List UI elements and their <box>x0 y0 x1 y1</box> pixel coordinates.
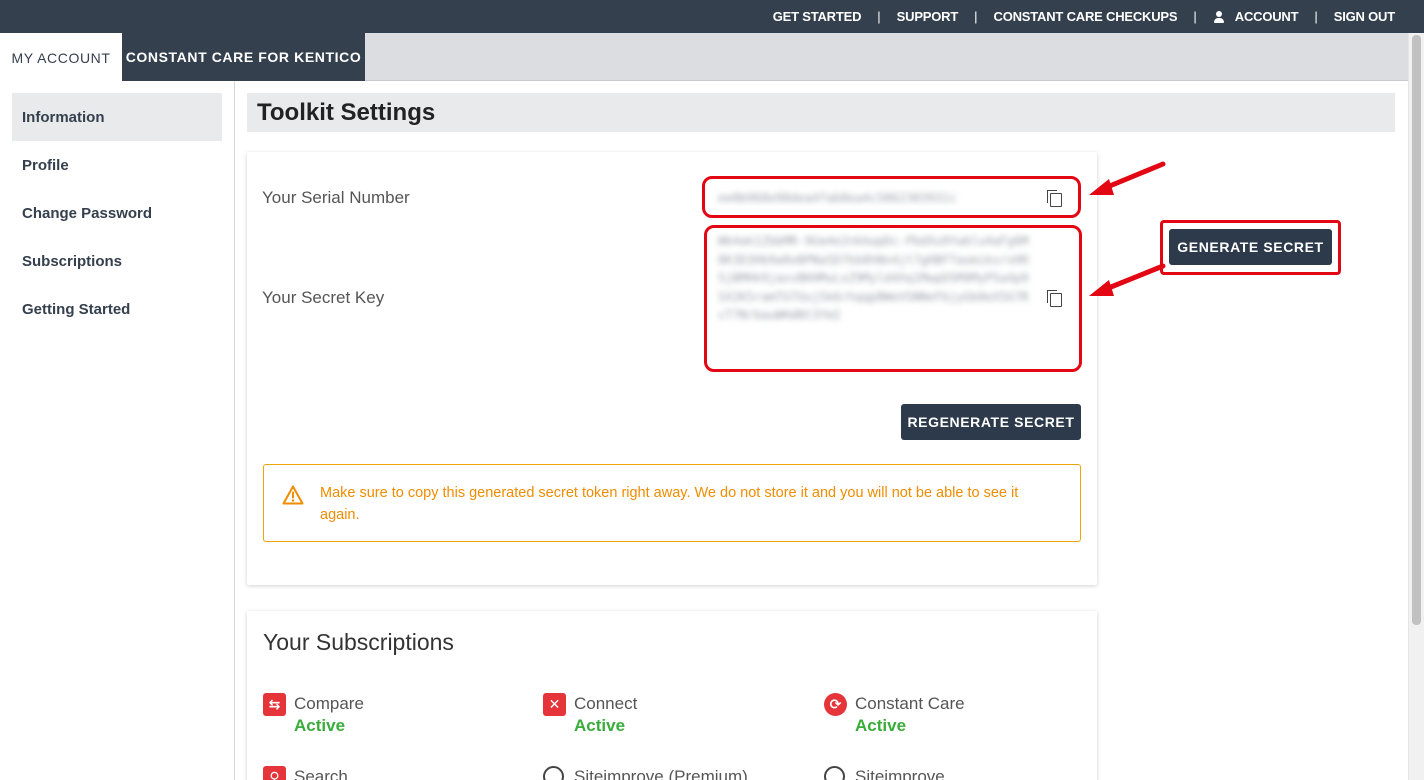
subscription-constant-care: ⟳ Constant Care Active <box>824 691 1064 741</box>
siteimprove-icon <box>824 766 845 780</box>
sidebar-item-profile[interactable]: Profile <box>12 141 222 189</box>
constant-care-checkups-link[interactable]: CONSTANT CARE CHECKUPS <box>994 9 1178 24</box>
serial-number-label: Your Serial Number <box>262 188 410 207</box>
secret-key-label: Your Secret Key <box>262 288 385 307</box>
tab-bar: MY ACCOUNT CONSTANT CARE FOR KENTICO <box>0 33 1408 82</box>
subscription-connect: ✕ Connect Active <box>543 691 783 741</box>
sidebar-item-change-password[interactable]: Change Password <box>12 189 222 237</box>
siteimprove-icon <box>543 766 564 780</box>
subscription-siteimprove-premium: Siteimprove (Premium) <box>543 764 783 780</box>
regenerate-secret-button[interactable]: REGENERATE SECRET <box>901 404 1081 440</box>
subscription-name: Search <box>294 767 348 780</box>
sidebar-item-information[interactable]: Information <box>12 93 222 141</box>
warning-text: Make sure to copy this generated secret … <box>320 485 1019 523</box>
subscription-status: Active <box>294 716 346 735</box>
secret-key-highlight <box>704 225 1082 372</box>
search-icon: ⚲ <box>263 766 286 780</box>
nav-separator: | <box>974 9 978 24</box>
subscription-name: Siteimprove (Premium) <box>574 767 748 780</box>
subscription-siteimprove: Siteimprove <box>824 764 1064 780</box>
subscription-compare: ⇆ Compare Active <box>263 691 503 741</box>
account-link[interactable]: ACCOUNT <box>1213 9 1299 24</box>
get-started-link[interactable]: GET STARTED <box>773 9 862 24</box>
support-link[interactable]: SUPPORT <box>897 9 959 24</box>
tab-my-account[interactable]: MY ACCOUNT <box>0 33 122 82</box>
serial-number-highlight <box>702 176 1081 218</box>
nav-separator: | <box>1314 9 1318 24</box>
constant-care-icon: ⟳ <box>824 693 847 716</box>
top-navigation-bar: GET STARTED | SUPPORT | CONSTANT CARE CH… <box>0 0 1424 33</box>
subscription-name: Siteimprove <box>855 767 945 780</box>
arrow-to-serial <box>1089 161 1166 195</box>
nav-separator: | <box>877 9 881 24</box>
page-scrollbar[interactable] <box>1408 33 1424 780</box>
subscriptions-card: Your Subscriptions ⇆ Compare Active ✕ Co… <box>247 611 1097 780</box>
account-link-label: ACCOUNT <box>1234 9 1299 24</box>
subscription-name: Constant Care <box>855 694 965 713</box>
connect-icon: ✕ <box>543 693 566 716</box>
subscription-status: Active <box>574 716 626 735</box>
sidebar-item-subscriptions[interactable]: Subscriptions <box>12 237 222 285</box>
subscription-status: Active <box>855 716 907 735</box>
subscription-search: ⚲ Search <box>263 764 503 780</box>
nav-separator: | <box>1193 9 1197 24</box>
sign-out-link[interactable]: SIGN OUT <box>1334 9 1395 24</box>
subscription-name: Compare <box>294 694 364 713</box>
sidebar: Information Profile Change Password Subs… <box>0 81 235 780</box>
warning-icon <box>282 485 304 505</box>
page-title: Toolkit Settings <box>247 93 1395 132</box>
tab-constant-care-for-kentico[interactable]: CONSTANT CARE FOR KENTICO <box>122 33 365 81</box>
subscriptions-title: Your Subscriptions <box>263 629 454 655</box>
subscription-name: Connect <box>574 694 638 713</box>
arrow-to-secret <box>1089 263 1166 296</box>
scrollbar-thumb[interactable] <box>1412 35 1421 625</box>
sidebar-item-getting-started[interactable]: Getting Started <box>12 285 222 333</box>
warning-alert: Make sure to copy this generated secret … <box>263 464 1081 542</box>
compare-icon: ⇆ <box>263 693 286 716</box>
user-icon <box>1213 10 1225 23</box>
top-nav-links: GET STARTED | SUPPORT | CONSTANT CARE CH… <box>773 0 1395 33</box>
generate-secret-button[interactable]: GENERATE SECRET <box>1169 229 1332 265</box>
